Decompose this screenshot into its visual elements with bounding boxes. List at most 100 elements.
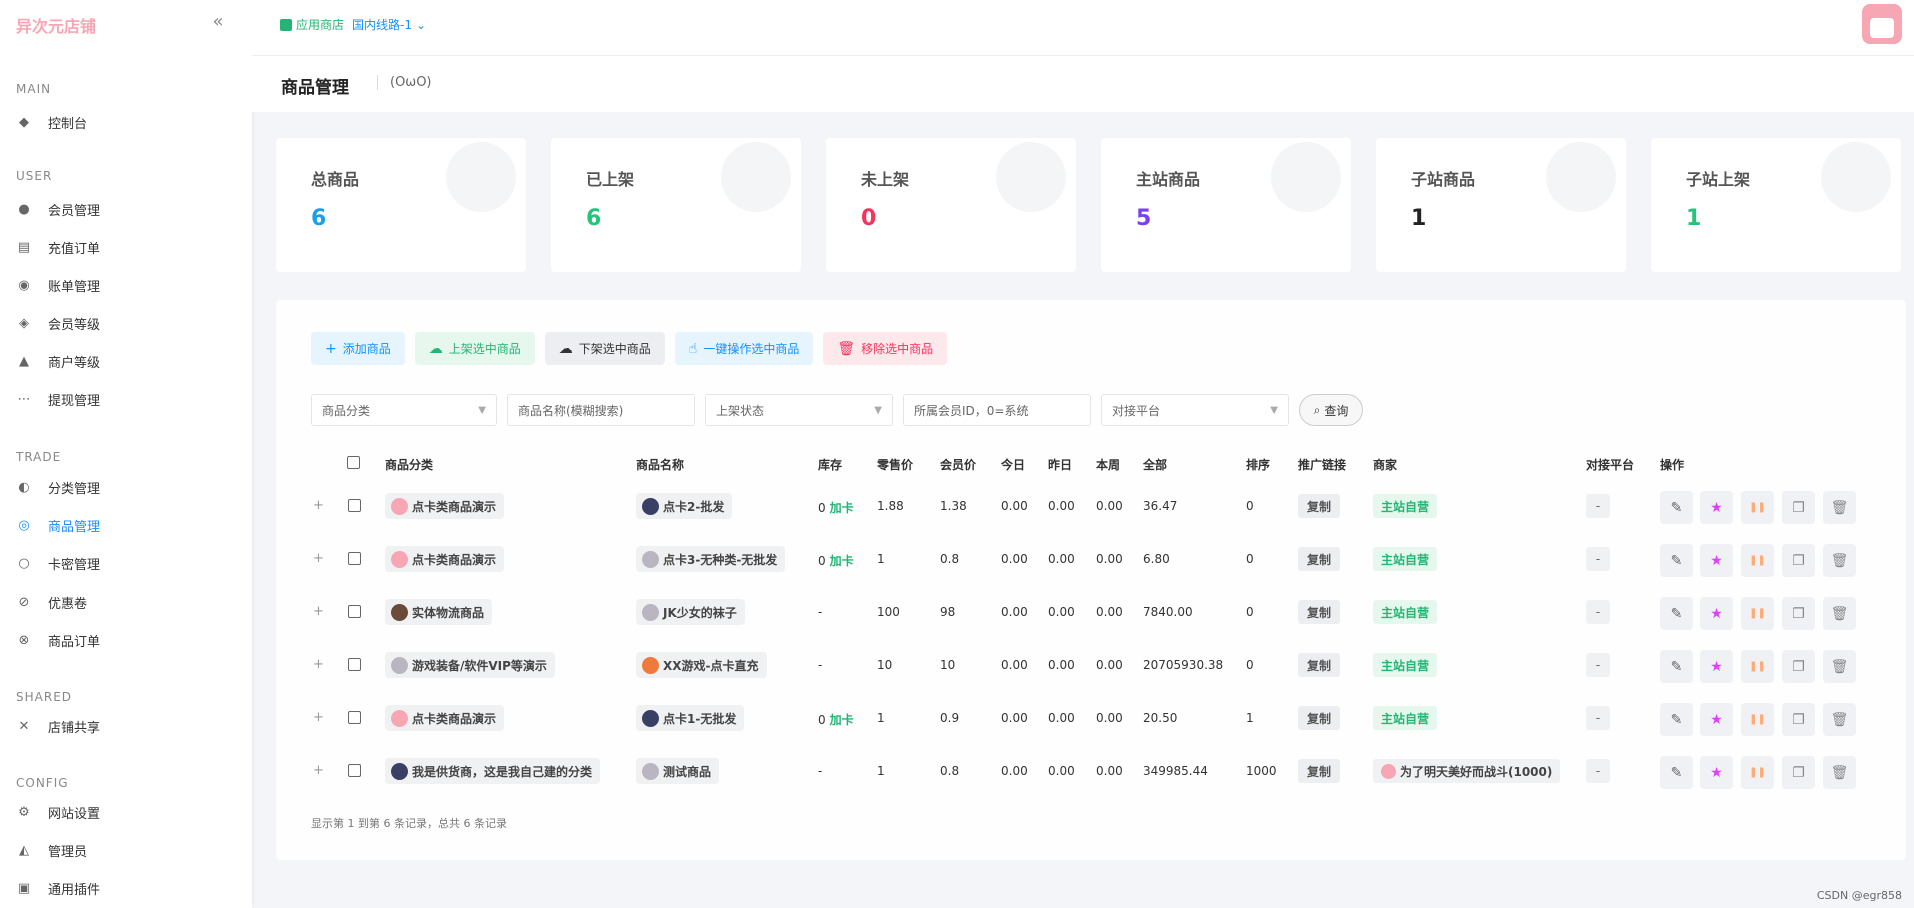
copy-icon[interactable]: ❐ — [1782, 491, 1815, 524]
sidebar-item[interactable]: ◭ 管理员 — [16, 837, 236, 863]
row-checkbox[interactable] — [348, 764, 361, 777]
expand-row-icon[interactable]: + — [313, 498, 324, 513]
brand-logo[interactable]: 异次元店铺 — [16, 13, 96, 37]
edit-icon[interactable]: ✎ — [1660, 756, 1693, 789]
copy-link-button[interactable]: 复制 — [1298, 494, 1341, 518]
pause-icon[interactable]: ❚❚ — [1741, 597, 1774, 630]
star-icon[interactable]: ★ — [1700, 756, 1733, 789]
sidebar-item[interactable]: ○ 卡密管理 — [16, 550, 236, 576]
stat-deco-icon — [446, 142, 516, 212]
trash-icon[interactable]: 🗑 — [1823, 756, 1856, 789]
batch-operate-button[interactable]: ☝ 一键操作选中商品 — [674, 332, 814, 365]
trash-icon[interactable]: 🗑 — [1823, 544, 1856, 577]
today-sales: 0.00 — [1001, 764, 1028, 778]
copy-link-button[interactable]: 复制 — [1298, 706, 1341, 730]
category-tag: 点卡类商品演示 — [385, 493, 505, 519]
pause-icon[interactable]: ❚❚ — [1741, 756, 1774, 789]
edit-icon[interactable]: ✎ — [1660, 597, 1693, 630]
sidebar-item[interactable]: ✕ 店铺共享 — [16, 713, 236, 739]
row-checkbox[interactable] — [348, 499, 361, 512]
expand-row-icon[interactable]: + — [313, 604, 324, 619]
expand-row-icon[interactable]: + — [313, 657, 324, 672]
sidebar-item-label: 商品管理 — [48, 519, 101, 535]
copy-icon[interactable]: ❐ — [1782, 756, 1815, 789]
expand-row-icon[interactable]: + — [313, 763, 324, 778]
name-search-input[interactable]: 商品名称(模糊搜索) — [507, 394, 695, 426]
add-goods-button[interactable]: + 添加商品 — [311, 332, 405, 365]
member-id-input[interactable]: 所属会员ID，0=系统 — [903, 394, 1091, 426]
category-label: 点卡类商品演示 — [412, 552, 497, 567]
star-icon[interactable]: ★ — [1700, 597, 1733, 630]
platform-select[interactable]: 对接平台 ▼ — [1101, 394, 1289, 426]
copy-link-button[interactable]: 复制 — [1298, 759, 1341, 783]
copy-icon[interactable]: ❐ — [1782, 650, 1815, 683]
sidebar-item[interactable]: ▤ 充值订单 — [16, 234, 236, 260]
today-sales: 0.00 — [1001, 499, 1028, 513]
pause-icon[interactable]: ❚❚ — [1741, 703, 1774, 736]
sidebar-item[interactable]: ⚙ 网站设置 — [16, 799, 236, 825]
pause-icon[interactable]: ❚❚ — [1741, 650, 1774, 683]
sort-value: 1 — [1246, 711, 1254, 725]
sidebar-item[interactable]: ⊗ 商品订单 — [16, 627, 236, 653]
card-icon: ○ — [18, 555, 30, 571]
status-select[interactable]: 上架状态 ▼ — [705, 394, 893, 426]
trash-icon[interactable]: 🗑 — [1823, 491, 1856, 524]
sidebar-item[interactable]: ◉ 账单管理 — [16, 272, 236, 298]
sidebar-item[interactable]: ◎ 商品管理 — [16, 512, 236, 538]
expand-row-icon[interactable]: + — [313, 551, 324, 566]
expand-row-icon[interactable]: + — [313, 710, 324, 725]
row-checkbox[interactable] — [348, 605, 361, 618]
copy-link-button[interactable]: 复制 — [1298, 547, 1341, 571]
stock-cell: - — [818, 658, 822, 672]
withdraw-icon: ⋯ — [17, 391, 31, 407]
stock-value: 0 — [818, 501, 826, 515]
star-icon[interactable]: ★ — [1700, 650, 1733, 683]
merchant-tag: 为了明天美好而战斗(1000) — [1373, 759, 1561, 783]
table-header: 商品分类 商品名称 库存 零售价 会员价 今日 昨日 本周 全部 排序 推广链接… — [311, 452, 1891, 476]
remove-selected-button[interactable]: 🗑 移除选中商品 — [823, 332, 948, 365]
collapse-sidebar-icon[interactable]: « — [208, 12, 228, 32]
star-icon[interactable]: ★ — [1700, 703, 1733, 736]
edit-icon[interactable]: ✎ — [1660, 650, 1693, 683]
shelve-selected-button[interactable]: ☁ 上架选中商品 — [414, 332, 535, 365]
pause-icon[interactable]: ❚❚ — [1741, 491, 1774, 524]
sidebar-item[interactable]: ⋯ 提现管理 — [16, 386, 236, 412]
query-button[interactable]: ⌕ 查询 — [1299, 394, 1363, 426]
edit-icon[interactable]: ✎ — [1660, 703, 1693, 736]
trash-icon[interactable]: 🗑 — [1823, 703, 1856, 736]
row-checkbox[interactable] — [348, 658, 361, 671]
copy-icon[interactable]: ❐ — [1782, 703, 1815, 736]
category-select[interactable]: 商品分类 ▼ — [311, 394, 497, 426]
search-icon: ⌕ — [1313, 402, 1321, 417]
trash-icon[interactable]: 🗑 — [1823, 650, 1856, 683]
row-checkbox[interactable] — [348, 552, 361, 565]
sidebar-item[interactable]: ◈ 会员等级 — [16, 310, 236, 336]
sidebar-item[interactable]: ▲ 商户等级 — [16, 348, 236, 374]
trash-icon[interactable]: 🗑 — [1823, 597, 1856, 630]
user-avatar[interactable] — [1862, 4, 1902, 44]
sidebar-item[interactable]: ● 会员管理 — [16, 196, 236, 222]
add-card-link[interactable]: 加卡 — [830, 554, 854, 568]
sidebar-item[interactable]: ◐ 分类管理 — [16, 474, 236, 500]
row-checkbox[interactable] — [348, 711, 361, 724]
pause-icon[interactable]: ❚❚ — [1741, 544, 1774, 577]
plus-icon: + — [325, 340, 337, 357]
sidebar-item[interactable]: ⊘ 优惠卷 — [16, 589, 236, 615]
copy-link-button[interactable]: 复制 — [1298, 653, 1341, 677]
copy-link-button[interactable]: 复制 — [1298, 600, 1341, 624]
sidebar-item[interactable]: ◆ 控制台 — [16, 109, 236, 135]
app-store-switch[interactable]: 应用商店 国内线路-1 ⌄ — [280, 16, 426, 33]
yesterday-sales: 0.00 — [1048, 499, 1075, 513]
star-icon[interactable]: ★ — [1700, 491, 1733, 524]
edit-icon[interactable]: ✎ — [1660, 544, 1693, 577]
add-card-link[interactable]: 加卡 — [830, 501, 854, 515]
add-card-link[interactable]: 加卡 — [830, 713, 854, 727]
star-icon[interactable]: ★ — [1700, 544, 1733, 577]
copy-icon[interactable]: ❐ — [1782, 544, 1815, 577]
select-all-checkbox[interactable] — [347, 456, 360, 469]
sidebar-item[interactable]: ▣ 通用插件 — [16, 875, 236, 901]
unshelve-selected-button[interactable]: ☁ 下架选中商品 — [544, 332, 665, 365]
copy-icon[interactable]: ❐ — [1782, 597, 1815, 630]
week-sales: 0.00 — [1096, 499, 1123, 513]
edit-icon[interactable]: ✎ — [1660, 491, 1693, 524]
